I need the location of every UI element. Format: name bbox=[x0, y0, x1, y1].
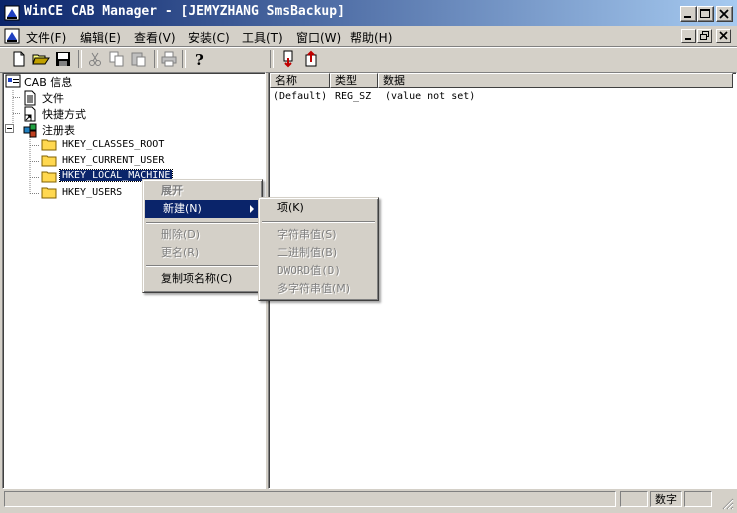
paste-icon[interactable] bbox=[130, 50, 148, 68]
menu-separator bbox=[146, 222, 259, 224]
new-file-icon[interactable] bbox=[10, 50, 28, 68]
mdi-minimize-button[interactable] bbox=[681, 29, 696, 43]
registry-key-classes-root[interactable]: HKEY_CLASSES_ROOT bbox=[62, 139, 164, 150]
status-panel-main bbox=[4, 491, 616, 507]
toolbar-separator bbox=[78, 50, 82, 68]
collapse-icon[interactable] bbox=[5, 124, 14, 133]
close-icon bbox=[719, 31, 728, 40]
registry-icon bbox=[23, 123, 37, 138]
menu-item-rename[interactable]: 更名(R) bbox=[143, 244, 262, 262]
cab-info-icon bbox=[5, 74, 21, 88]
menu-window[interactable]: 窗口(W) bbox=[296, 29, 341, 46]
menu-install[interactable]: 安装(C) bbox=[188, 29, 230, 46]
column-header-data[interactable]: 数据 bbox=[378, 73, 733, 88]
tree-item-files[interactable]: 文件 bbox=[42, 90, 64, 106]
import-icon[interactable] bbox=[280, 50, 298, 68]
save-icon[interactable] bbox=[54, 50, 72, 68]
file-icon bbox=[24, 90, 36, 106]
tree-item-shortcuts[interactable]: 快捷方式 bbox=[42, 106, 86, 122]
column-header-type[interactable]: 类型 bbox=[330, 73, 378, 88]
menu-item-string-value[interactable]: 字符串值(S) bbox=[259, 226, 378, 244]
folder-icon bbox=[41, 171, 57, 183]
export-icon[interactable] bbox=[302, 50, 320, 68]
close-button[interactable] bbox=[716, 6, 733, 22]
copy-icon[interactable] bbox=[108, 50, 126, 68]
menu-item-delete[interactable]: 删除(D) bbox=[143, 226, 262, 244]
tree-item-registry[interactable]: 注册表 bbox=[42, 122, 75, 138]
folder-icon bbox=[41, 139, 57, 151]
resize-grip-icon[interactable] bbox=[720, 496, 734, 510]
list-item-type[interactable]: REG_SZ bbox=[335, 91, 371, 102]
menu-separator bbox=[146, 265, 259, 267]
menu-item-copy-key-name[interactable]: 复制项名称(C) bbox=[143, 270, 262, 288]
menu-file[interactable]: 文件(F) bbox=[26, 29, 66, 46]
mdi-restore-button[interactable] bbox=[697, 29, 712, 43]
new-submenu: 项(K) 字符串值(S) 二进制值(B) DWORD值(D) 多字符串值(M) bbox=[258, 197, 379, 301]
mdi-close-button[interactable] bbox=[716, 29, 731, 43]
tree-root-label[interactable]: CAB 信息 bbox=[24, 74, 72, 90]
maximize-button[interactable] bbox=[697, 6, 714, 22]
menu-edit[interactable]: 编辑(E) bbox=[80, 29, 121, 46]
menu-item-multi-string-value[interactable]: 多字符串值(M) bbox=[259, 280, 378, 298]
list-item-name[interactable]: (Default) bbox=[273, 91, 327, 102]
help-icon[interactable]: ? bbox=[190, 50, 208, 68]
submenu-arrow-icon bbox=[250, 205, 254, 213]
column-header-name[interactable]: 名称 bbox=[270, 73, 330, 88]
registry-key-current-user[interactable]: HKEY_CURRENT_USER bbox=[62, 155, 164, 166]
close-icon bbox=[719, 9, 729, 19]
menu-item-new[interactable]: 新建(N) bbox=[145, 200, 260, 218]
minimize-button[interactable] bbox=[680, 6, 697, 22]
menu-view[interactable]: 查看(V) bbox=[134, 29, 176, 46]
menu-item-key[interactable]: 项(K) bbox=[259, 199, 378, 217]
app-icon[interactable] bbox=[4, 5, 20, 21]
svg-text:?: ? bbox=[195, 51, 204, 68]
restore-icon bbox=[700, 31, 709, 40]
print-icon[interactable] bbox=[160, 50, 178, 68]
registry-key-users[interactable]: HKEY_USERS bbox=[62, 187, 122, 198]
minimize-icon bbox=[685, 38, 691, 40]
shortcut-icon bbox=[24, 106, 36, 122]
menu-item-binary-value[interactable]: 二进制值(B) bbox=[259, 244, 378, 262]
status-panel-caps bbox=[620, 491, 648, 507]
status-panel-scroll bbox=[684, 491, 712, 507]
cut-icon[interactable] bbox=[86, 50, 104, 68]
menu-separator bbox=[262, 221, 375, 223]
menu-tools[interactable]: 工具(T) bbox=[242, 29, 283, 46]
window-title: WinCE CAB Manager - [JEMYZHANG SmsBackup… bbox=[24, 4, 345, 19]
context-menu: 展开 新建(N) 删除(D) 更名(R) 复制项名称(C) bbox=[142, 179, 263, 293]
toolbar-separator bbox=[154, 50, 158, 68]
menu-help[interactable]: 帮助(H) bbox=[350, 29, 392, 46]
toolbar-separator bbox=[182, 50, 186, 68]
document-icon[interactable] bbox=[4, 28, 20, 44]
folder-icon bbox=[41, 155, 57, 167]
open-folder-icon[interactable] bbox=[32, 50, 50, 68]
maximize-icon bbox=[700, 9, 710, 18]
status-num-lock: 数字 bbox=[650, 491, 682, 507]
menu-item-dword-value[interactable]: DWORD值(D) bbox=[259, 262, 378, 280]
menu-item-expand[interactable]: 展开 bbox=[143, 182, 262, 200]
minimize-icon bbox=[684, 16, 691, 18]
folder-icon bbox=[41, 187, 57, 199]
list-item-data[interactable]: (value not set) bbox=[385, 91, 475, 102]
toolbar-separator bbox=[270, 50, 274, 68]
